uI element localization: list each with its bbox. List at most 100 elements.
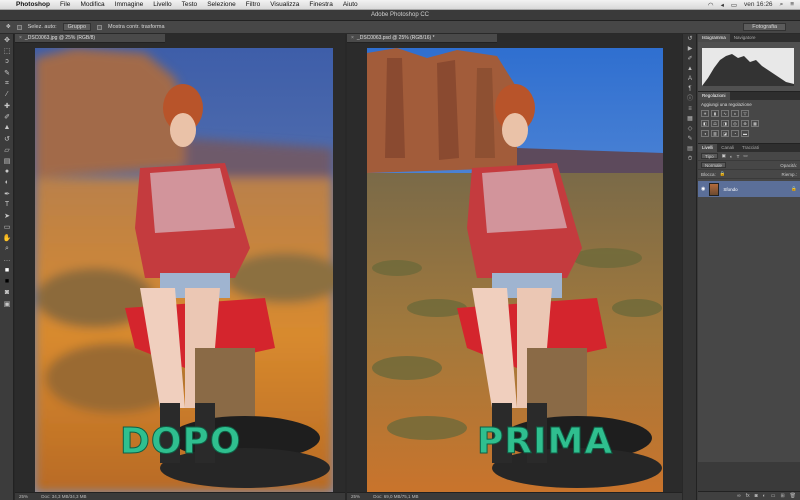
- paragraph-panel-icon[interactable]: ¶: [683, 84, 697, 94]
- layer-name[interactable]: Sfondo: [723, 187, 737, 192]
- search-icon[interactable]: ⌕: [780, 1, 784, 9]
- clone-source-icon[interactable]: ▲: [683, 64, 697, 74]
- lock-icon[interactable]: 🔒: [720, 171, 726, 177]
- gradient-map-icon[interactable]: ▬: [741, 130, 749, 137]
- history-brush-tool-icon[interactable]: ↺: [0, 133, 14, 144]
- tab-navigator[interactable]: Navigatore: [730, 34, 760, 42]
- move-tool-icon[interactable]: ✥: [6, 24, 11, 30]
- levels-icon[interactable]: ▮: [711, 110, 719, 117]
- stamp-tool-icon[interactable]: ▲: [0, 122, 14, 133]
- move-tool-icon[interactable]: ✥: [0, 34, 14, 45]
- filter-adjust-icon[interactable]: ◐: [730, 154, 733, 159]
- add-mask-icon[interactable]: ◙: [755, 492, 758, 500]
- invert-icon[interactable]: ◑: [701, 130, 709, 137]
- hue-saturation-icon[interactable]: ◧: [701, 120, 709, 127]
- close-icon[interactable]: ×: [351, 35, 354, 41]
- close-icon[interactable]: ×: [19, 35, 22, 41]
- battery-icon[interactable]: ▭: [731, 1, 737, 9]
- filter-pixel-icon[interactable]: ▣: [722, 153, 726, 159]
- image-canvas[interactable]: PRIMA: [367, 48, 663, 492]
- document-tab[interactable]: × _DSC0063.psd @ 25% (RGB/16) *: [347, 34, 497, 43]
- lasso-tool-icon[interactable]: ↄ: [0, 56, 14, 67]
- autoselect-checkbox[interactable]: [16, 24, 22, 30]
- path-select-tool-icon[interactable]: ➤: [0, 210, 14, 221]
- image-canvas[interactable]: DOPO: [35, 48, 333, 492]
- properties-panel-icon[interactable]: ≡: [683, 104, 697, 114]
- brush-tool-icon[interactable]: ✐: [0, 111, 14, 122]
- layer-comps-icon[interactable]: ▤: [683, 144, 697, 154]
- group-select[interactable]: Gruppo: [62, 23, 92, 31]
- tab-histogram[interactable]: Istogramma: [698, 34, 730, 42]
- menu-app-name[interactable]: Photoshop: [16, 1, 50, 8]
- selective-color-icon[interactable]: ◔: [731, 130, 739, 137]
- tab-channels[interactable]: Canali: [717, 144, 738, 152]
- info-panel-icon[interactable]: ⓘ: [683, 94, 697, 104]
- posterize-icon[interactable]: ▥: [711, 130, 719, 137]
- layer-row[interactable]: ◉ Sfondo 🔒: [698, 181, 800, 197]
- gradient-tool-icon[interactable]: ▤: [0, 155, 14, 166]
- channel-mixer-icon[interactable]: ⊕: [741, 120, 749, 127]
- crop-tool-icon[interactable]: ⌗: [0, 78, 14, 89]
- workspace-select[interactable]: Fotografia: [743, 23, 786, 31]
- vibrance-icon[interactable]: ▽: [741, 110, 749, 117]
- new-group-icon[interactable]: ▭: [771, 492, 776, 500]
- zoom-tool-icon[interactable]: ⌕: [0, 243, 14, 254]
- screen-mode-icon[interactable]: ▣: [0, 298, 14, 309]
- shape-tool-icon[interactable]: ▭: [0, 221, 14, 232]
- layer-style-icon[interactable]: fx: [746, 492, 750, 500]
- blend-mode-select[interactable]: Normale: [701, 162, 727, 168]
- photo-filter-icon[interactable]: ◎: [731, 120, 739, 127]
- menu-aiuto[interactable]: Aiuto: [343, 1, 358, 8]
- notification-icon[interactable]: ≡: [790, 1, 794, 8]
- brightness-icon[interactable]: ☀: [701, 110, 709, 117]
- history-panel-icon[interactable]: ↺: [683, 34, 697, 44]
- foreground-color-swatch[interactable]: ■: [0, 265, 14, 276]
- clock[interactable]: ven 16:26: [744, 1, 773, 8]
- type-tool-icon[interactable]: T: [0, 199, 14, 210]
- eyedropper-tool-icon[interactable]: ⁄: [0, 89, 14, 100]
- character-panel-icon[interactable]: A: [683, 74, 697, 84]
- delete-layer-icon[interactable]: 🗑: [790, 492, 796, 500]
- visibility-eye-icon[interactable]: ◉: [701, 186, 705, 192]
- more-tools-icon[interactable]: …: [0, 254, 14, 265]
- menu-selezione[interactable]: Selezione: [207, 1, 236, 8]
- black-white-icon[interactable]: ◨: [721, 120, 729, 127]
- filter-type-icon[interactable]: T: [737, 154, 740, 159]
- hand-tool-icon[interactable]: ✋: [0, 232, 14, 243]
- color-balance-icon[interactable]: ⚖: [711, 120, 719, 127]
- new-layer-icon[interactable]: ⊞: [780, 492, 784, 500]
- link-layers-icon[interactable]: ∞: [737, 492, 741, 500]
- tab-layers[interactable]: Livelli: [698, 144, 718, 152]
- tab-adjustments[interactable]: Regolazioni: [698, 92, 730, 100]
- menu-livello[interactable]: Livello: [153, 1, 171, 8]
- quick-select-tool-icon[interactable]: ✎: [0, 67, 14, 78]
- eraser-tool-icon[interactable]: ▱: [0, 144, 14, 155]
- zoom-level[interactable]: 25%: [19, 494, 28, 499]
- color-lookup-icon[interactable]: ▦: [751, 120, 759, 127]
- notes-panel-icon[interactable]: ✎: [683, 134, 697, 144]
- marquee-tool-icon[interactable]: ⬚: [0, 45, 14, 56]
- menu-finestra[interactable]: Finestra: [309, 1, 332, 8]
- menu-testo[interactable]: Testo: [182, 1, 198, 8]
- menu-immagine[interactable]: Immagine: [115, 1, 144, 8]
- volume-icon[interactable]: ◂: [721, 1, 724, 9]
- tab-paths[interactable]: Tracciati: [738, 144, 763, 152]
- menu-file[interactable]: File: [60, 1, 70, 8]
- curves-icon[interactable]: ∿: [721, 110, 729, 117]
- zoom-level[interactable]: 25%: [351, 494, 360, 499]
- menu-visualizza[interactable]: Visualizza: [270, 1, 299, 8]
- timeline-panel-icon[interactable]: ⏱: [683, 154, 697, 164]
- document-tab[interactable]: × _DSC0063.jpg @ 25% (RGB/8): [15, 34, 165, 43]
- menu-filtro[interactable]: Filtro: [246, 1, 260, 8]
- exposure-icon[interactable]: ±: [731, 110, 739, 117]
- layer-kind-select[interactable]: Tipo: [701, 153, 718, 159]
- threshold-icon[interactable]: ◪: [721, 130, 729, 137]
- swatches-panel-icon[interactable]: ▦: [683, 114, 697, 124]
- pen-tool-icon[interactable]: ✒: [0, 188, 14, 199]
- background-color-swatch[interactable]: ■: [0, 276, 14, 287]
- brush-panel-icon[interactable]: ✐: [683, 54, 697, 64]
- quick-mask-icon[interactable]: ◙: [0, 287, 14, 298]
- new-adjustment-icon[interactable]: ◐: [763, 492, 766, 500]
- menu-modifica[interactable]: Modifica: [80, 1, 104, 8]
- wifi-icon[interactable]: ◠: [708, 1, 714, 9]
